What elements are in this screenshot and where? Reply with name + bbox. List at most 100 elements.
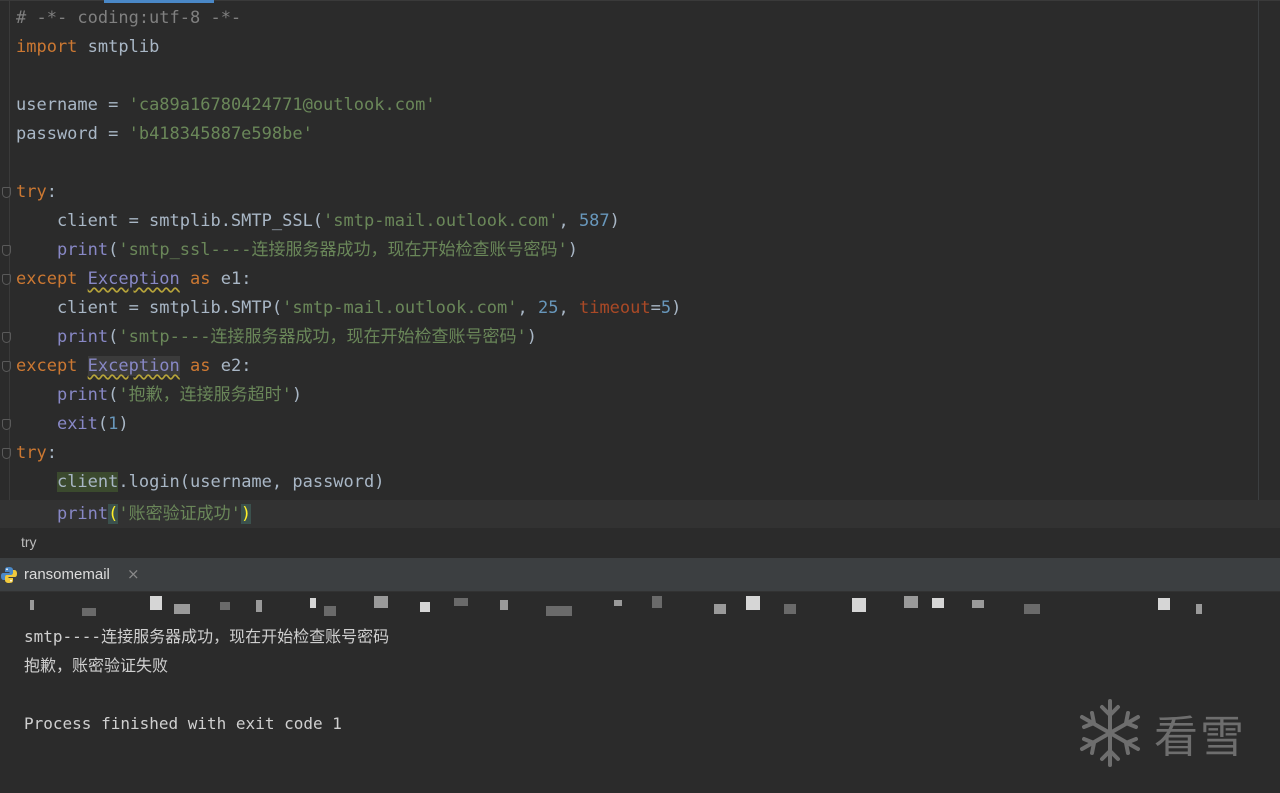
code-token: ( <box>108 504 119 524</box>
code-line-6[interactable] <box>0 149 1280 178</box>
code-token: 'smtp-mail.outlook.com' <box>323 211 559 231</box>
code-token: : <box>46 443 57 463</box>
code-line-17[interactable]: client.login(username, password) <box>0 468 1280 497</box>
code-token: timeout <box>578 298 651 318</box>
code-token: ) <box>567 240 578 260</box>
fold-marker-icon[interactable] <box>2 332 11 343</box>
code-token: Exception <box>87 269 180 289</box>
code-line-8[interactable]: client = smtplib.SMTP_SSL('smtp-mail.out… <box>0 207 1280 236</box>
code-token: try <box>16 182 47 202</box>
code-token: ) <box>671 298 682 318</box>
run-tab-ransomemail[interactable]: ransomemail × <box>0 558 150 592</box>
code-token: 'ca89a16780424771@outlook.com' <box>128 95 436 115</box>
fold-marker-icon[interactable] <box>2 361 11 372</box>
code-line-11[interactable]: client = smtplib.SMTP('smtp-mail.outlook… <box>0 294 1280 323</box>
code-token: as <box>179 356 221 376</box>
code-token: ) <box>609 211 620 231</box>
code-line-1[interactable]: # -*- coding:utf-8 -*- <box>0 4 1280 33</box>
code-token: except <box>16 269 88 289</box>
code-line-5[interactable]: password = 'b418345887e598be' <box>0 120 1280 149</box>
code-token: , <box>517 298 538 318</box>
code-token: Exception <box>87 356 180 376</box>
run-tab-label: ransomemail <box>24 566 110 583</box>
fold-marker-icon[interactable] <box>2 274 11 285</box>
python-icon <box>1 567 17 583</box>
code-token: = <box>650 298 661 318</box>
code-token: ) <box>240 504 252 524</box>
code-line-15[interactable]: exit(1) <box>0 410 1280 439</box>
code-token: 1 <box>108 414 119 434</box>
code-token: ( <box>97 414 109 434</box>
code-token: username = <box>16 95 129 115</box>
code-token: # -*- coding:utf-8 -*- <box>16 8 242 28</box>
code-token: print <box>56 504 109 524</box>
code-token: 25 <box>538 298 559 318</box>
console-line-4: Process finished with exit code 1 <box>24 714 342 733</box>
code-line-7[interactable]: try: <box>0 178 1280 207</box>
run-tool-window-tabs: ransomemail × <box>0 558 1280 592</box>
code-token: .login(username, password) <box>118 472 385 492</box>
code-token: 5 <box>660 298 672 318</box>
code-token: , <box>558 298 579 318</box>
fold-marker-icon[interactable] <box>2 419 11 430</box>
code-token: 587 <box>578 211 610 231</box>
code-line-4[interactable]: username = 'ca89a16780424771@outlook.com… <box>0 91 1280 120</box>
code-token: e2: <box>220 356 252 376</box>
fold-marker-icon[interactable] <box>2 448 11 459</box>
code-token: client = smtplib.SMTP( <box>16 298 283 318</box>
watermark-text: 看雪 <box>1154 712 1246 763</box>
code-line-13[interactable]: except Exception as e2: <box>0 352 1280 381</box>
code-line-3[interactable] <box>0 62 1280 91</box>
code-line-2[interactable]: import smtplib <box>0 33 1280 62</box>
active-tab-indicator <box>104 0 214 3</box>
code-token: print <box>56 385 109 405</box>
code-editor[interactable]: # -*- coding:utf-8 -*- import smtplib us… <box>0 0 1280 527</box>
close-icon[interactable]: × <box>127 565 140 583</box>
code-token: print <box>56 327 109 347</box>
code-token: exit <box>56 414 98 434</box>
fold-marker-icon[interactable] <box>2 187 11 198</box>
code-token: , <box>558 211 579 231</box>
code-token: '抱歉，连接服务超时' <box>118 385 292 405</box>
redacted-command-line <box>24 594 1214 616</box>
breadcrumb-bar: try <box>0 527 1280 558</box>
console-line-2: 抱歉，账密验证失败 <box>24 656 169 675</box>
code-token: password = <box>16 124 129 144</box>
code-token: 'smtp----连接服务器成功，现在开始检查账号密码' <box>118 327 527 347</box>
code-line-16[interactable]: try: <box>0 439 1280 468</box>
code-token: ( <box>108 327 119 347</box>
code-token: ( <box>108 240 119 260</box>
breadcrumb-item-try[interactable]: try <box>21 534 37 550</box>
code-token: 'smtp-mail.outlook.com' <box>282 298 518 318</box>
code-token: 'smtp_ssl----连接服务器成功，现在开始检查账号密码' <box>118 240 568 260</box>
code-token: except <box>16 356 88 376</box>
code-token: import <box>16 37 78 57</box>
code-line-9[interactable]: print('smtp_ssl----连接服务器成功，现在开始检查账号密码') <box>0 236 1280 265</box>
code-line-12[interactable]: print('smtp----连接服务器成功，现在开始检查账号密码') <box>0 323 1280 352</box>
code-token: ) <box>526 327 537 347</box>
code-token: '账密验证成功' <box>118 504 241 524</box>
code-line-18-current[interactable]: print('账密验证成功') <box>0 500 1280 527</box>
snowflake-icon <box>1080 699 1140 767</box>
code-token: ( <box>108 385 119 405</box>
code-token: client <box>56 472 119 492</box>
code-token: client = smtplib.SMTP_SSL( <box>16 211 324 231</box>
fold-marker-icon[interactable] <box>2 245 11 256</box>
code-token: e1: <box>220 269 252 289</box>
code-token: ) <box>118 414 129 434</box>
console-line-1: smtp----连接服务器成功，现在开始检查账号密码 <box>24 627 390 646</box>
code-token: smtplib <box>77 37 160 57</box>
code-token: print <box>56 240 109 260</box>
code-token: ) <box>291 385 303 405</box>
code-line-10[interactable]: except Exception as e1: <box>0 265 1280 294</box>
kanxue-watermark: 看雪 <box>1078 697 1258 769</box>
code-token: : <box>46 182 57 202</box>
code-token: 'b418345887e598be' <box>128 124 313 144</box>
code-token: as <box>179 269 221 289</box>
code-line-14[interactable]: print('抱歉，连接服务超时') <box>0 381 1280 410</box>
